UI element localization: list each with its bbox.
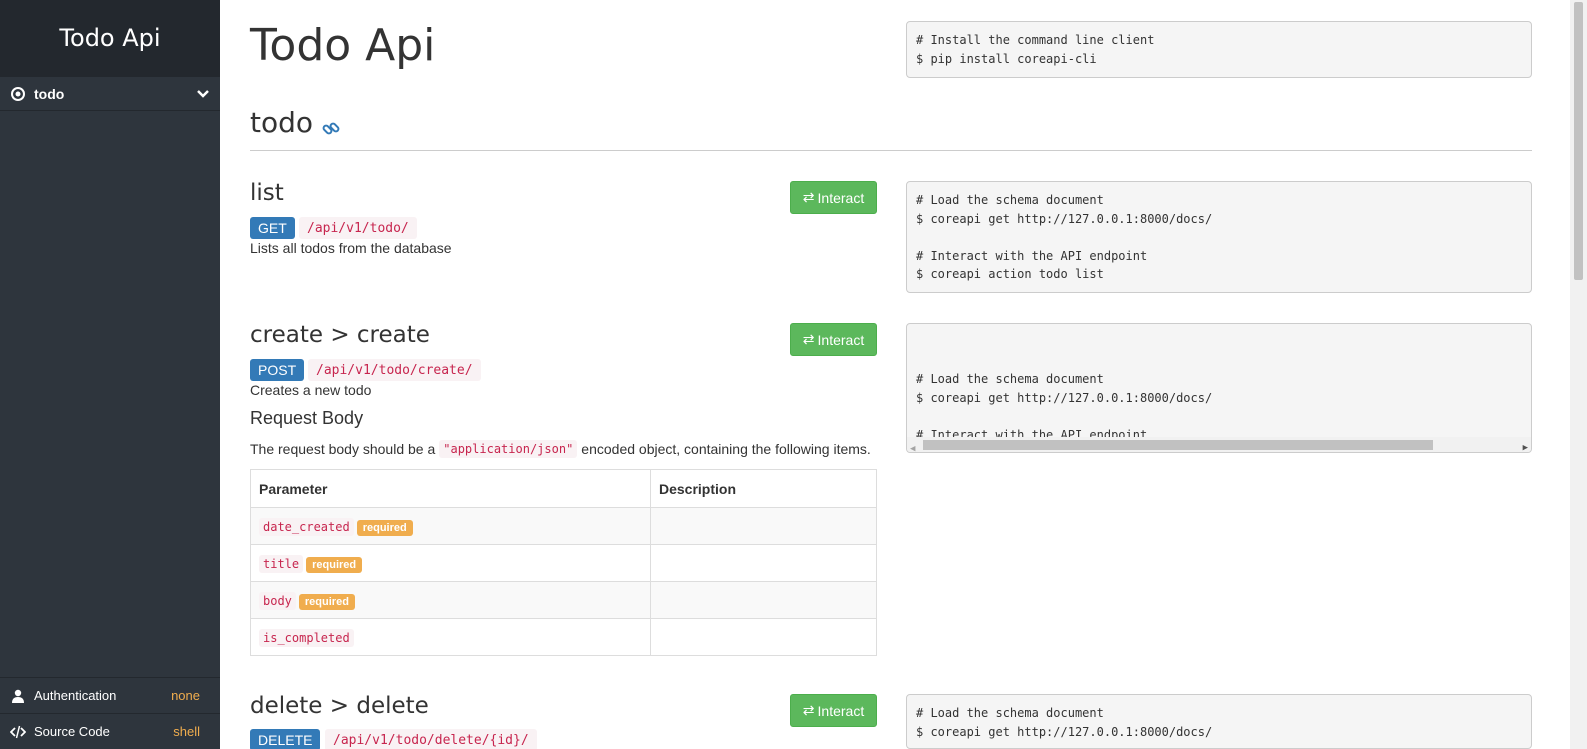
required-badge: required	[306, 557, 363, 573]
interact-label: Interact	[817, 702, 865, 719]
authentication-value[interactable]: none	[171, 688, 200, 703]
code-block-delete: # Load the schema document $ coreapi get…	[906, 694, 1532, 749]
interact-button-delete[interactable]: ⇄ Interact	[790, 694, 877, 727]
table-header-parameter: Parameter	[250, 469, 651, 508]
endpoint-description-create: Creates a new todo	[250, 382, 372, 398]
link-icon[interactable]	[321, 113, 341, 134]
exchange-icon: ⇄	[802, 702, 815, 718]
section-title-text: todo	[250, 106, 314, 139]
interact-button-create[interactable]: ⇄ Interact	[790, 323, 877, 356]
table-row: title required	[250, 544, 877, 582]
interact-label: Interact	[817, 331, 865, 348]
request-body-text: The request body should be a "applicatio…	[250, 440, 871, 458]
exchange-icon: ⇄	[802, 331, 815, 347]
param-name: body	[259, 592, 296, 610]
scroll-left-icon[interactable]: ◀	[910, 440, 915, 452]
sidebar: Todo Api todo Authentication none Source…	[0, 0, 220, 749]
param-name: date_created	[259, 518, 354, 536]
endpoint-description-list: Lists all todos from the database	[250, 240, 452, 256]
sidebar-item-todo[interactable]: todo	[0, 76, 220, 111]
interact-button-list[interactable]: ⇄ Interact	[790, 181, 877, 214]
page-vertical-scrollbar[interactable]	[1570, 0, 1587, 749]
dot-circle-icon	[10, 86, 26, 102]
user-icon	[10, 688, 26, 704]
param-description	[650, 618, 877, 656]
endpoint-title-delete: delete > delete	[250, 693, 429, 719]
page-title: Todo Api	[250, 20, 436, 71]
sidebar-item-authentication[interactable]: Authentication none	[0, 677, 220, 713]
table-row: is_completed	[250, 618, 877, 656]
exchange-icon: ⇄	[802, 189, 815, 205]
sidebar-item-label: Source Code	[34, 724, 110, 739]
interact-label: Interact	[817, 189, 865, 206]
required-badge: required	[298, 594, 355, 610]
chevron-down-icon	[196, 86, 210, 100]
sidebar-item-label: Authentication	[34, 688, 117, 703]
request-body-heading: Request Body	[250, 408, 364, 428]
table-header-description: Description	[650, 469, 877, 508]
method-badge-post: POST	[250, 359, 305, 381]
parameter-table: Parameter Description date_created requir…	[250, 469, 877, 656]
param-description	[650, 507, 877, 545]
request-body-content-type: "application/json"	[439, 440, 578, 458]
required-badge: required	[356, 520, 413, 536]
endpoint-title-create: create > create	[250, 322, 430, 348]
sidebar-bottom: Authentication none Source Code shell	[0, 677, 220, 749]
scrollbar-thumb[interactable]	[923, 440, 1433, 450]
param-description	[650, 544, 877, 582]
endpoint-path-create: /api/v1/todo/create/	[308, 359, 481, 381]
endpoint-title-list: list	[250, 180, 284, 206]
section-divider	[250, 150, 1532, 151]
request-body-text-pre: The request body should be a	[250, 441, 436, 457]
param-name: is_completed	[259, 629, 354, 647]
scroll-right-icon[interactable]: ▶	[1523, 439, 1528, 452]
source-code-value[interactable]: shell	[173, 724, 200, 739]
table-row: date_created required	[250, 507, 877, 545]
section-title: todo	[250, 106, 341, 139]
param-description	[650, 581, 877, 619]
code-block-create: # Load the schema document $ coreapi get…	[906, 323, 1532, 453]
endpoint-path-list: /api/v1/todo/	[299, 217, 417, 239]
code-horizontal-scrollbar[interactable]: ◀ ▶	[907, 437, 1531, 452]
sidebar-item-label: todo	[34, 85, 65, 102]
sidebar-brand[interactable]: Todo Api	[0, 0, 220, 76]
code-icon	[10, 724, 26, 740]
scrollbar-thumb[interactable]	[1574, 2, 1583, 280]
method-badge-delete: DELETE	[250, 729, 321, 749]
table-row: body required	[250, 581, 877, 619]
method-badge-get: GET	[250, 217, 295, 239]
endpoint-path-delete: /api/v1/todo/delete/{id}/	[325, 729, 537, 749]
param-name: title	[259, 555, 304, 573]
code-block-list: # Load the schema document $ coreapi get…	[906, 181, 1532, 293]
install-code-block: # Install the command line client $ pip …	[906, 21, 1532, 78]
request-body-text-post: encoded object, containing the following…	[581, 441, 871, 457]
sidebar-item-source-code[interactable]: Source Code shell	[0, 713, 220, 749]
